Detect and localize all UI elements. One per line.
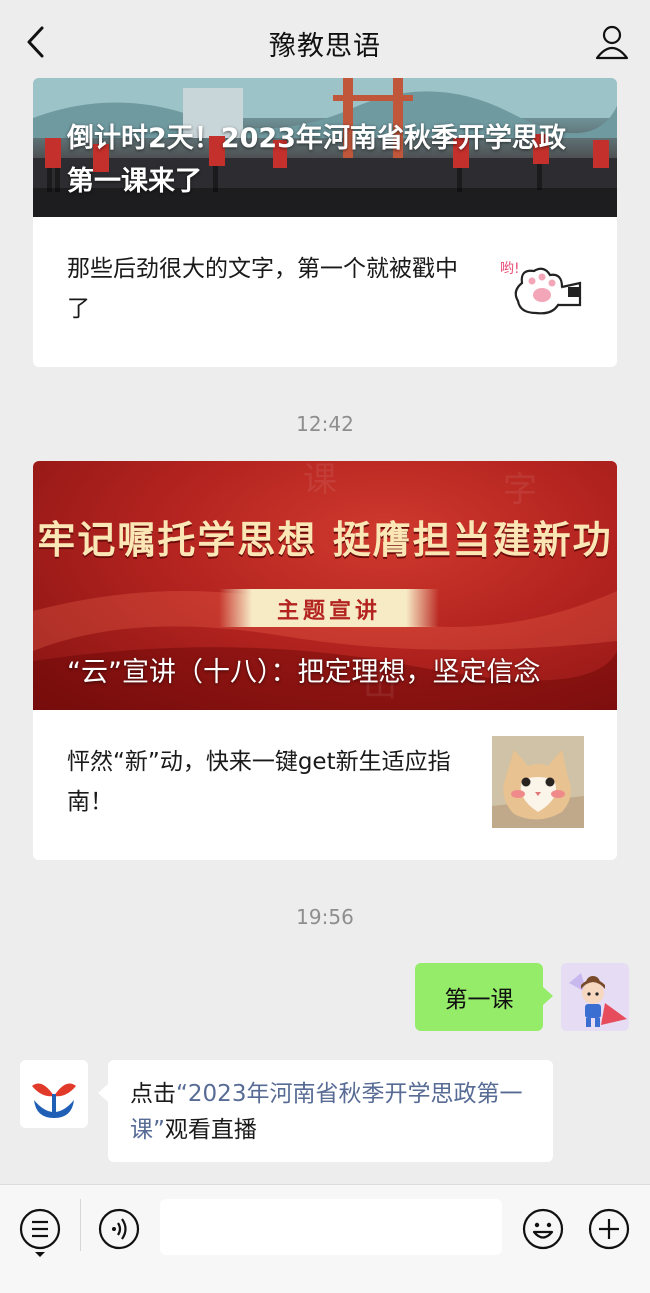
message-prefix: 点击	[130, 1081, 176, 1107]
smiley-icon	[522, 1208, 564, 1250]
article-sub-item[interactable]: 那些后劲很大的文字，第一个就被戳中了 哟!	[33, 217, 617, 367]
article-cover-image[interactable]: 课字山 牢记嘱托学思想 挺膺担当建新功 主题宣讲 “云”宣讲（十八）：把定理想，…	[33, 461, 617, 710]
article-title: “云”宣讲（十八）：把定理想，坚定信念	[67, 657, 541, 688]
article-sub-title: 怦然“新”动，快来一键get新生适应指南！	[67, 749, 451, 815]
message-input[interactable]	[160, 1199, 502, 1255]
svg-text:课: 课	[303, 461, 337, 500]
page-title: 豫教思语	[269, 31, 381, 62]
official-account-avatar[interactable]	[20, 1060, 88, 1128]
timestamp: 19:56	[296, 905, 354, 929]
banner-slogan: 牢记嘱托学思想 挺膺担当建新功	[37, 518, 613, 562]
timestamp: 12:42	[296, 412, 354, 436]
plus-icon	[588, 1208, 630, 1250]
article-cover-image[interactable]: 倒计时2天！2023年河南省秋季开学思政第一课来了	[33, 78, 617, 217]
sprout-logo-icon	[20, 1060, 88, 1128]
chat-input-bar	[0, 1184, 650, 1293]
outgoing-message-bubble[interactable]: 第一课	[415, 963, 553, 1031]
banner-ribbon-text: 主题宣讲	[276, 599, 381, 624]
cat-paw-sticker-thumbnail: 哟!	[492, 243, 584, 335]
article-title: 倒计时2天！2023年河南省秋季开学思政第一课来了	[67, 123, 566, 197]
outgoing-message-text: 第一课	[444, 987, 514, 1013]
article-card[interactable]: 倒计时2天！2023年河南省秋季开学思政第一课来了 那些后劲很大的文字，第一个就…	[33, 78, 617, 367]
emoji-button[interactable]	[521, 1207, 565, 1251]
profile-button[interactable]	[592, 22, 632, 62]
cat-photo-thumbnail	[492, 736, 584, 828]
incoming-message-bubble: 点击“2023年河南省秋季开学思政第一课”观看直播	[98, 1060, 553, 1162]
article-sub-item[interactable]: 怦然“新”动，快来一键get新生适应指南！	[33, 710, 617, 860]
article-sub-title: 那些后劲很大的文字，第一个就被戳中了	[67, 256, 458, 322]
message-suffix: 观看直播	[164, 1117, 257, 1143]
cartoon-girl-avatar-image	[561, 963, 629, 1031]
menu-list-icon	[19, 1208, 61, 1257]
menu-toggle-button[interactable]	[18, 1207, 62, 1257]
input-bar-divider	[80, 1199, 81, 1251]
banner-ribbon: 主题宣讲	[219, 589, 439, 627]
voice-icon	[98, 1208, 140, 1250]
more-button[interactable]	[587, 1207, 631, 1251]
avatar[interactable]	[561, 963, 629, 1031]
top-bar: 豫教思语	[0, 0, 650, 80]
voice-button[interactable]	[97, 1207, 141, 1251]
sticker-text: 哟!	[500, 261, 520, 277]
article-card[interactable]: 课字山 牢记嘱托学思想 挺膺担当建新功 主题宣讲 “云”宣讲（十八）：把定理想，…	[33, 461, 617, 860]
svg-text:字: 字	[503, 470, 537, 510]
person-icon	[595, 25, 629, 60]
